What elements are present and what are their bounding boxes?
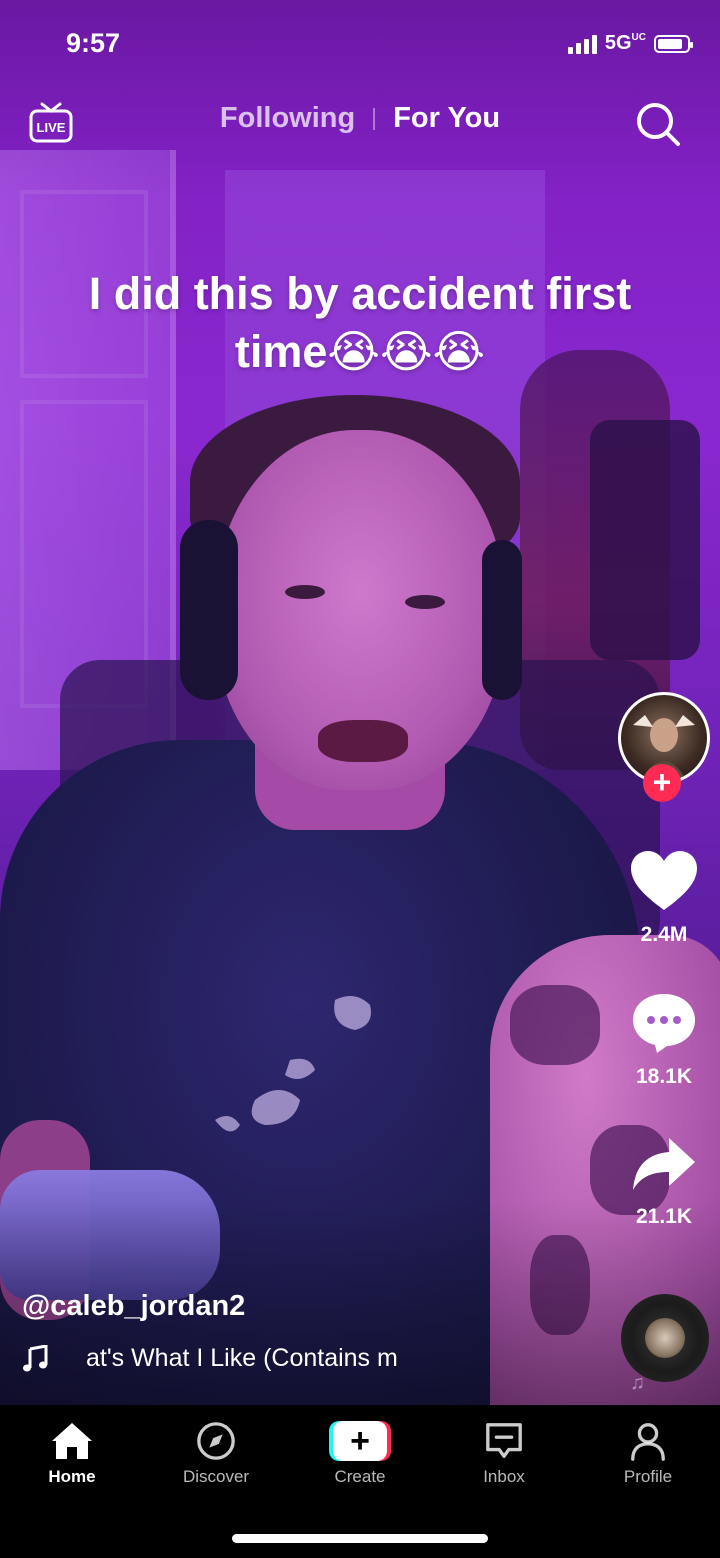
share-arrow-icon <box>633 1138 695 1190</box>
signal-icon <box>567 34 597 54</box>
nav-profile[interactable]: Profile <box>588 1421 708 1487</box>
background-hanging-shirt <box>590 420 700 660</box>
nav-discover[interactable]: Discover <box>156 1421 276 1487</box>
music-note-icon <box>23 1344 48 1371</box>
shirt-print-map <box>215 996 371 1132</box>
home-icon <box>52 1423 92 1459</box>
nav-inbox[interactable]: Inbox <box>444 1421 564 1487</box>
floating-music-note-icon: ♫ <box>630 1372 645 1394</box>
battery-icon <box>654 34 693 53</box>
feed-tabs: Following For You <box>0 102 720 135</box>
network-type: 5GUC <box>604 32 646 54</box>
comment-button[interactable]: 18.1K <box>624 992 704 1089</box>
share-count: 21.1K <box>635 1205 693 1228</box>
nav-profile-label: Profile <box>623 1467 673 1486</box>
sound-title: at's What I Like (Contains m <box>86 1344 398 1372</box>
video-caption: I did this by accident first time😭😭😭 <box>40 265 680 381</box>
nav-home-label: Home <box>48 1467 96 1486</box>
person-icon <box>631 1423 665 1461</box>
nav-create-label: Create <box>334 1467 386 1486</box>
caption-line-2: time😭😭😭 <box>234 326 486 377</box>
nav-home[interactable]: Home <box>12 1421 132 1487</box>
creator-avatar-button[interactable]: + <box>618 692 710 802</box>
search-icon[interactable] <box>634 100 682 148</box>
share-button[interactable]: 21.1K <box>624 1136 704 1229</box>
heart-icon <box>631 851 697 910</box>
video-player[interactable] <box>0 0 720 1405</box>
inbox-icon <box>486 1423 522 1458</box>
like-button[interactable]: 2.4M <box>624 850 704 947</box>
home-indicator[interactable] <box>232 1534 488 1543</box>
compass-icon <box>197 1422 235 1460</box>
tab-following[interactable]: Following <box>202 102 373 135</box>
headphones <box>180 520 238 700</box>
person-mouth <box>318 720 408 762</box>
caption-line-1: I did this by accident first <box>88 268 632 319</box>
nav-create[interactable]: + Create <box>300 1421 420 1487</box>
sound-row[interactable]: at's What I Like (Contains m <box>22 1344 426 1373</box>
tab-for-you[interactable]: For You <box>375 102 518 135</box>
creator-username[interactable]: @caleb_jordan2 <box>22 1290 245 1323</box>
comment-icon <box>633 994 695 1053</box>
status-time: 9:57 <box>66 28 121 58</box>
music-disc-artwork <box>645 1318 685 1358</box>
headphones-right <box>482 540 522 700</box>
music-disc[interactable] <box>621 1294 709 1382</box>
follow-plus-icon[interactable]: + <box>643 764 681 802</box>
nav-discover-label: Discover <box>182 1467 250 1486</box>
nav-inbox-label: Inbox <box>483 1467 525 1486</box>
status-indicators: 5GUC <box>567 32 693 55</box>
like-count: 2.4M <box>640 923 688 946</box>
create-plus-icon: + <box>329 1421 391 1461</box>
comment-count: 18.1K <box>635 1065 693 1088</box>
